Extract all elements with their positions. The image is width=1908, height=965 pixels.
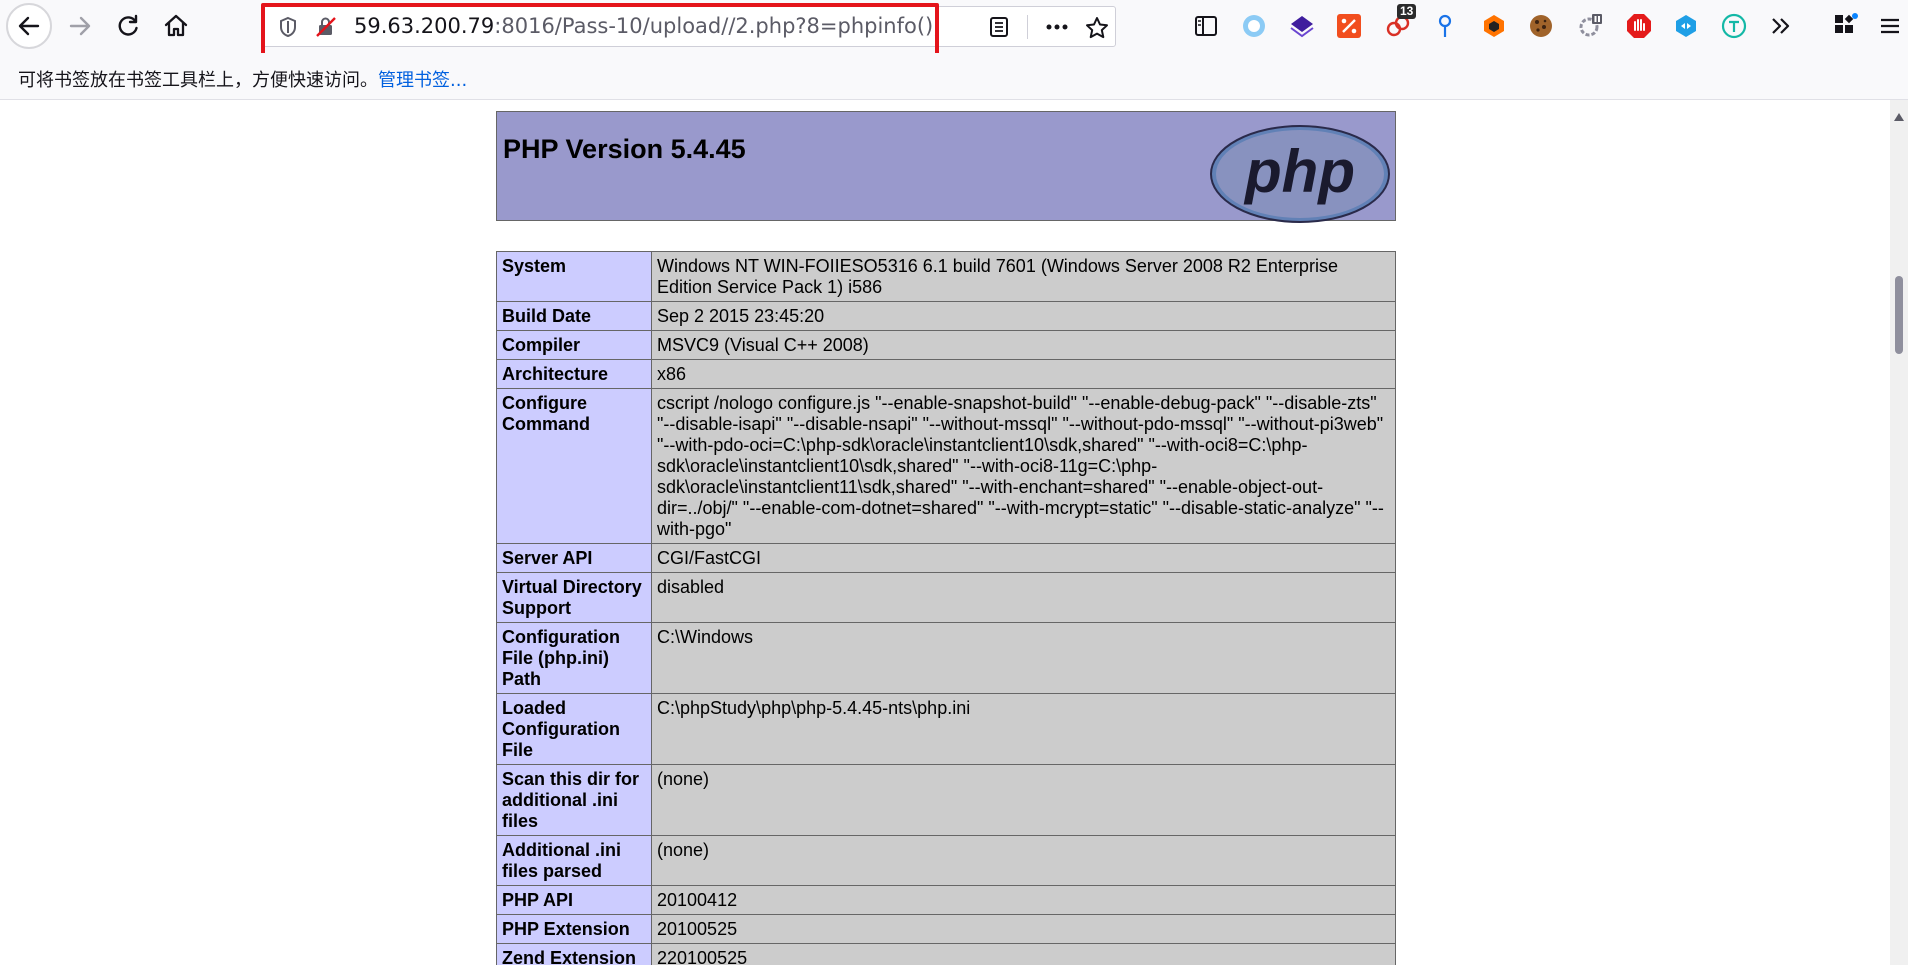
info-value: Sep 2 2015 23:45:20 [651,301,1396,331]
info-value: 20100412 [651,885,1396,915]
url-bar[interactable]: 59.63.200.79:8016/Pass-10/upload//2.php?… [261,6,1116,47]
info-value: x86 [651,359,1396,389]
percent-extension-icon[interactable] [1336,13,1362,39]
info-row: Configuration File (php.ini) Path C:\Wind… [496,622,1396,694]
forward-button[interactable] [60,6,100,46]
php-info-table: System Windows NT WIN-FOIIESO5316 6.1 bui… [496,251,1396,965]
star-icon[interactable] [1085,16,1109,44]
info-row: Architecture x86 [496,359,1396,389]
info-key: Server API [496,543,652,573]
info-key: PHP Extension [496,914,652,944]
info-key: Loaded Configuration File [496,693,652,765]
stop-hand-extension-icon[interactable] [1626,13,1652,39]
info-key: Virtual Directory Support [496,572,652,623]
info-value: CGI/FastCGI [651,543,1396,573]
shield-icon[interactable] [277,16,299,42]
home-icon [163,13,189,39]
reload-icon [115,13,141,39]
page-content: PHP Version 5.4.45 php System Windows NT … [0,100,1890,965]
hamburger-menu-icon[interactable] [1877,13,1903,39]
bookmarks-hint: 可将书签放在书签工具栏上，方便快速访问。管理书签... [18,66,467,92]
info-value: MSVC9 (Visual C++ 2008) [651,330,1396,360]
fox-extension-icon[interactable] [1481,13,1507,39]
forward-arrow-icon [67,13,93,39]
url-path: :8016/Pass-10/upload//2.php?8=phpinfo(); [494,14,941,38]
reload-button[interactable] [108,6,148,46]
php-version-title: PHP Version 5.4.45 [503,134,746,164]
page-scrollbar[interactable] [1890,100,1908,965]
info-row: Zend Extension 220100525 [496,943,1396,965]
url-text[interactable]: 59.63.200.79:8016/Pass-10/upload//2.php?… [354,7,940,46]
info-key: System [496,251,652,302]
info-key: Additional .ini files parsed [496,835,652,886]
bookmarks-hint-text: 可将书签放在书签工具栏上，方便快速访问。 [18,70,378,91]
php-header: PHP Version 5.4.45 php [496,111,1396,223]
info-value: Windows NT WIN-FOIIESO5316 6.1 build 760… [651,251,1396,302]
info-row: System Windows NT WIN-FOIIESO5316 6.1 bui… [496,251,1396,302]
layers-extension-icon[interactable] [1289,13,1315,39]
info-key: Architecture [496,359,652,389]
info-key: Configure Command [496,388,652,544]
info-row: Scan this dir for additional .ini files(… [496,764,1396,836]
info-value: (none) [651,764,1396,836]
scroll-up-arrow-icon[interactable] [1894,106,1904,125]
info-value: C:\Windows [651,622,1396,694]
php-logo-text: php [1243,138,1355,205]
info-value: 220100525 [651,943,1396,965]
back-arrow-icon [16,13,42,39]
info-key: Build Date [496,301,652,331]
reader-view-icon[interactable] [988,16,1010,42]
home-button[interactable] [156,6,196,46]
more-actions-icon[interactable] [1044,16,1070,42]
extensions-icon[interactable] [1832,13,1858,39]
info-row: PHP Extension 20100525 [496,914,1396,944]
url-host: 59.63.200.79 [354,14,495,38]
translate-extension-icon[interactable] [1721,13,1747,39]
cookie-extension-icon[interactable] [1528,13,1554,39]
info-key: Configuration File (php.ini) Path [496,622,652,694]
browser-toolbar: 59.63.200.79:8016/Pass-10/upload//2.php?… [0,0,1908,59]
info-row: Configure Command cscript /nologo configu… [496,388,1396,544]
info-row: Additional .ini files parsed (none) [496,835,1396,886]
info-row: Virtual Directory Support disabled [496,572,1396,623]
info-row: Build Date Sep 2 2015 23:45:20 [496,301,1396,331]
info-value: C:\phpStudy\php\php-5.4.45-nts\php.ini [651,693,1396,765]
overflow-chevron-icon[interactable] [1768,13,1794,39]
php-logo[interactable]: php [1209,124,1391,228]
info-key: Zend Extension [496,943,652,965]
info-key: Compiler [496,330,652,360]
info-value: 20100525 [651,914,1396,944]
insecure-lock-icon[interactable] [314,16,338,42]
circle-extension-icon[interactable] [1241,13,1267,39]
info-key: PHP API [496,885,652,915]
info-row: Server API CGI/FastCGI [496,543,1396,573]
gear-extension-icon[interactable] [1577,13,1603,39]
info-row: PHP API 20100412 [496,885,1396,915]
info-value: cscript /nologo configure.js "--enable-s… [651,388,1396,544]
manage-bookmarks-link[interactable]: 管理书签... [378,70,467,91]
cube-extension-icon[interactable] [1673,13,1699,39]
pin-extension-icon[interactable] [1432,13,1458,39]
scrollbar-thumb[interactable] [1895,276,1903,354]
url-separator [1027,15,1028,39]
info-row: Loaded Configuration File C:\phpStudy\php… [496,693,1396,765]
back-button[interactable] [6,3,52,49]
notification-badge: 13 [1397,4,1417,19]
sidebar-icon[interactable] [1193,13,1219,39]
info-key: Scan this dir for additional .ini files [496,764,652,836]
info-value: (none) [651,835,1396,886]
bookmarks-toolbar: 可将书签放在书签工具栏上，方便快速访问。管理书签... [0,53,1908,100]
info-value: disabled [651,572,1396,623]
info-row: Compiler MSVC9 (Visual C++ 2008) [496,330,1396,360]
